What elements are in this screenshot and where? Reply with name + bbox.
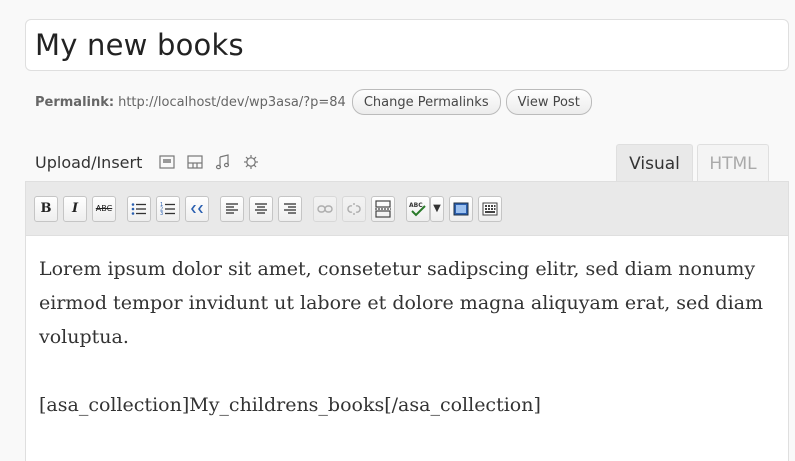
bold-button[interactable]: B — [34, 195, 58, 222]
unlink-icon[interactable] — [342, 195, 366, 222]
editor-toolbar: B I ABC 123 ABC ▼ — [26, 182, 788, 236]
kitchen-sink-icon[interactable] — [478, 195, 502, 222]
spellcheck-icon[interactable]: ABC — [406, 195, 430, 222]
permalink-url[interactable]: http://localhost/dev/wp3asa/?p=84 — [118, 95, 346, 110]
media-icon[interactable] — [242, 153, 260, 171]
align-center-icon[interactable] — [249, 195, 273, 222]
align-right-icon[interactable] — [278, 195, 302, 222]
audio-icon[interactable] — [214, 153, 232, 171]
fullscreen-icon[interactable] — [449, 195, 473, 222]
more-tag-icon[interactable] — [371, 195, 395, 222]
content-paragraph-1: Lorem ipsum dolor sit amet, consetetur s… — [39, 258, 764, 348]
permalink-label: Permalink: — [35, 94, 115, 110]
italic-button[interactable]: I — [63, 195, 87, 222]
blockquote-icon[interactable] — [185, 195, 209, 222]
tab-visual[interactable]: Visual — [616, 144, 693, 182]
video-icon[interactable] — [186, 153, 204, 171]
editor-content[interactable]: Lorem ipsum dolor sit amet, consetetur s… — [26, 236, 788, 422]
content-paragraph-2: [asa_collection]My_childrens_books[/asa_… — [39, 394, 541, 416]
view-post-button[interactable]: View Post — [505, 89, 592, 115]
numbered-list-icon[interactable]: 123 — [156, 195, 180, 222]
tab-html[interactable]: HTML — [697, 144, 769, 182]
upload-insert-label: Upload/Insert — [35, 152, 143, 172]
svg-text:ABC: ABC — [409, 202, 423, 209]
spellcheck-dropdown-icon[interactable]: ▼ — [430, 195, 444, 222]
strikethrough-button[interactable]: ABC — [92, 195, 116, 222]
post-title-input[interactable] — [35, 28, 788, 62]
link-icon[interactable] — [313, 195, 337, 222]
permalink-row: Permalink: http://localhost/dev/wp3asa/?… — [35, 88, 597, 116]
change-permalinks-button[interactable]: Change Permalinks — [351, 89, 501, 115]
editor: B I ABC 123 ABC ▼ Lorem ipsum dolor sit … — [25, 181, 789, 461]
media-buttons-row: Upload/Insert — [35, 150, 270, 174]
svg-text:3: 3 — [160, 211, 163, 216]
align-left-icon[interactable] — [220, 195, 244, 222]
post-title-box — [25, 19, 789, 71]
image-icon[interactable] — [158, 153, 176, 171]
bullet-list-icon[interactable] — [127, 195, 151, 222]
